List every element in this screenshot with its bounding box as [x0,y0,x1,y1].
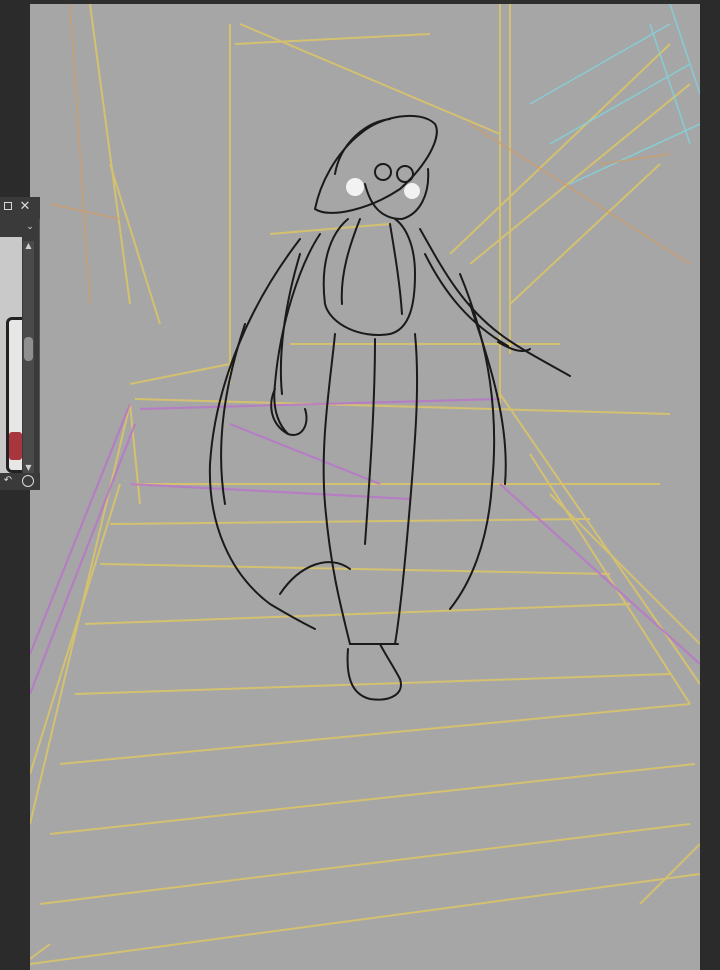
sketch-artwork [30,4,700,965]
close-icon[interactable]: ✕ [19,200,31,213]
drawing-canvas[interactable] [30,4,700,970]
maximize-icon[interactable] [3,201,15,213]
scroll-down-icon[interactable]: ▼ [23,463,34,473]
preview-color-swatch [9,432,22,460]
navigator-footer: ↶ [0,473,40,490]
navigator-panel: ✕ ⌄ ▲ ▼ ↶ [0,197,40,490]
drawing-app: ✕ ⌄ ▲ ▼ ↶ [0,0,720,970]
navigator-preview-thumbnail[interactable] [0,237,22,473]
accent-guide-lines [49,4,691,305]
highlight-guide-lines [529,4,700,185]
navigator-scrollbar[interactable]: ▲ ▼ [23,241,34,473]
scroll-thumb[interactable] [24,337,33,361]
rotate-icon[interactable]: ↶ [2,475,14,487]
navigator-titlebar[interactable]: ✕ [0,197,40,219]
scroll-up-icon[interactable]: ▲ [23,241,34,251]
railing-guide-lines [30,397,700,695]
reset-view-icon[interactable] [22,475,34,487]
chevron-down-icon[interactable]: ⌄ [24,222,36,232]
right-scrollbar-gutter[interactable] [700,0,720,970]
